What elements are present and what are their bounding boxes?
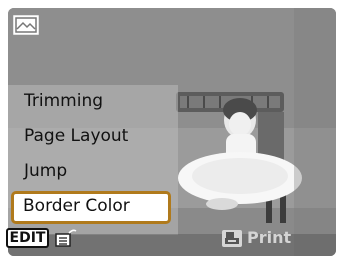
- menu-item-trimming[interactable]: Trimming: [12, 86, 166, 116]
- edit-button[interactable]: EDIT: [6, 228, 49, 248]
- menu-item-jump[interactable]: Jump: [12, 156, 166, 186]
- print-label: Print: [247, 228, 292, 247]
- menu-item-label: Trimming: [24, 91, 104, 111]
- photo-mode-icon: [13, 15, 39, 35]
- list-icon: [55, 229, 77, 247]
- camera-screen: Trimming Page Layout Jump Border Color: [8, 8, 336, 256]
- menu-item-border-color[interactable]: Border Color: [11, 191, 171, 224]
- edit-button-label: EDIT: [9, 230, 46, 246]
- menu-item-label: Jump: [24, 161, 68, 181]
- print-icon[interactable]: [221, 229, 243, 248]
- menu-item-label: Page Layout: [24, 126, 129, 146]
- menu-item-page-layout[interactable]: Page Layout: [12, 121, 166, 151]
- menu-item-label: Border Color: [23, 196, 130, 216]
